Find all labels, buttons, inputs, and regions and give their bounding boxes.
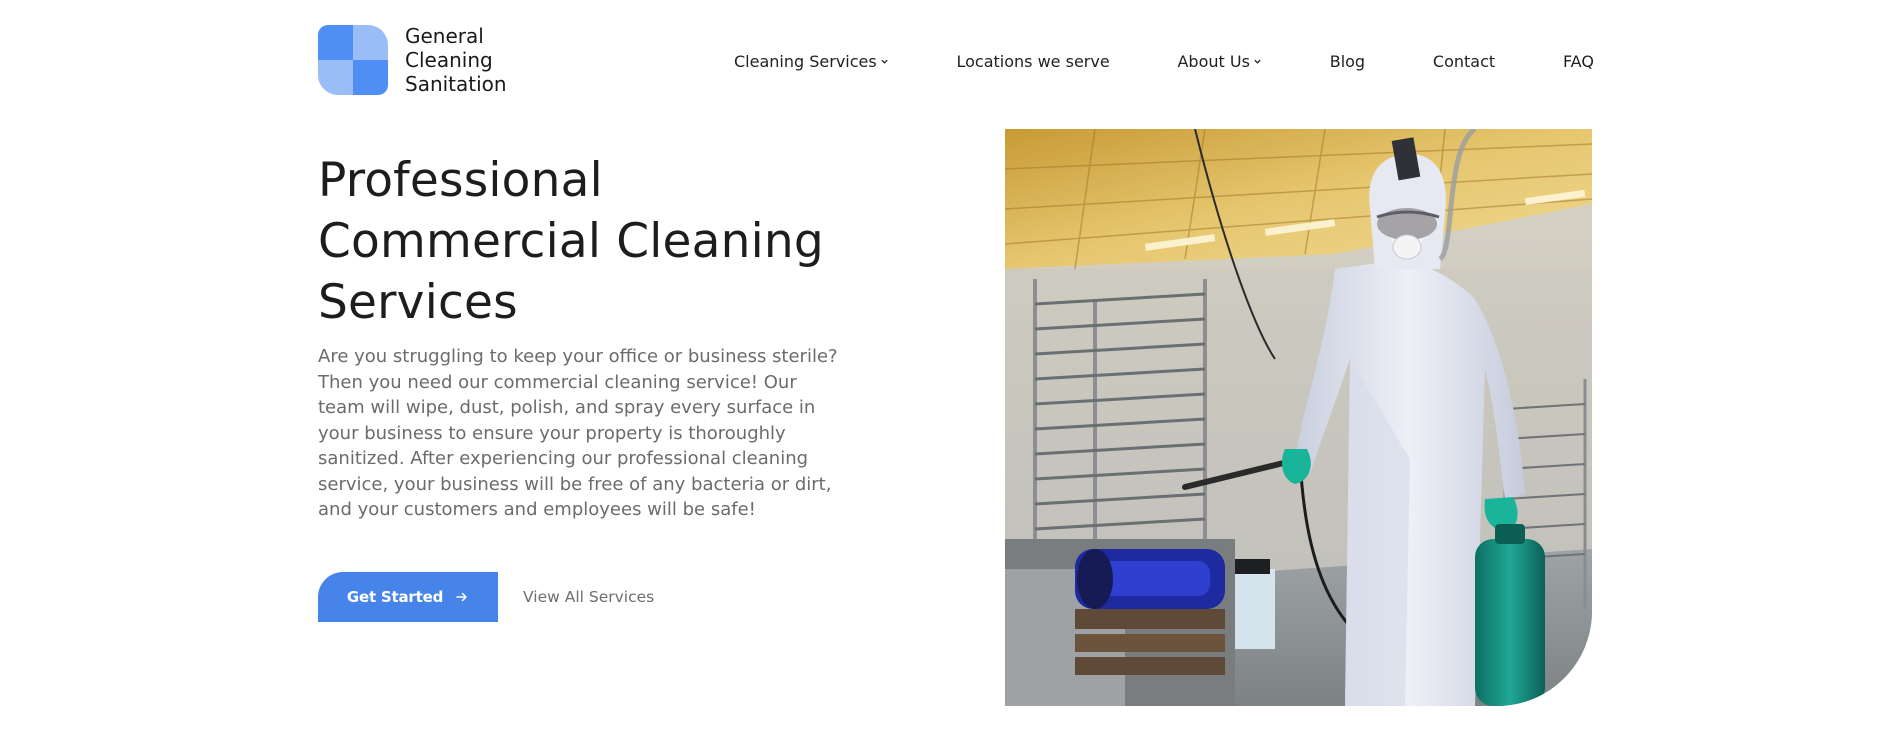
nav-item-label: Blog — [1329, 51, 1366, 71]
sanitation-worker-photo — [1005, 129, 1592, 706]
hero-image — [1005, 129, 1592, 706]
hero-title: Professional Commercial Cleaning Service… — [318, 150, 878, 333]
nav-item-locations[interactable]: Locations we serve — [957, 52, 1110, 71]
nav-item-about-us[interactable]: About Us — [1177, 52, 1261, 71]
hero-title-line: Commercial Cleaning — [318, 214, 824, 269]
gcs-logo-mark-icon — [318, 25, 388, 95]
nav-item-blog[interactable]: Blog — [1330, 52, 1365, 71]
brand-name: General Cleaning Sanitation — [405, 24, 507, 96]
arrow-right-icon — [456, 592, 467, 602]
nav-item-label: About Us — [1177, 51, 1250, 71]
nav-item-label: Contact — [1432, 51, 1496, 71]
hero-title-line: Services — [318, 275, 518, 330]
chevron-down-icon — [881, 59, 888, 64]
hero-actions: Get Started View All Services — [318, 572, 654, 622]
brand-name-line: Sanitation — [405, 72, 507, 96]
get-started-button[interactable]: Get Started — [318, 572, 498, 622]
nav-item-faq[interactable]: FAQ — [1563, 52, 1594, 71]
nav-item-label: Cleaning Services — [734, 51, 877, 71]
hero-title-line: Professional — [318, 153, 603, 208]
brand-name-line: General — [405, 24, 484, 48]
nav-item-contact[interactable]: Contact — [1433, 52, 1495, 71]
brand-name-line: Cleaning — [405, 48, 493, 72]
get-started-label: Get Started — [346, 588, 444, 606]
nav-item-cleaning-services[interactable]: Cleaning Services — [734, 52, 889, 71]
nav-item-label: FAQ — [1562, 51, 1594, 71]
site-header: General Cleaning Sanitation Cleaning Ser… — [0, 0, 1903, 120]
nav-item-label: Locations we serve — [956, 51, 1110, 71]
chevron-down-icon — [1254, 59, 1261, 64]
view-all-services-link[interactable]: View All Services — [523, 588, 654, 606]
main-nav: Cleaning Services Locations we serve Abo… — [734, 50, 1594, 72]
site-logo[interactable]: General Cleaning Sanitation — [318, 24, 507, 96]
hero-description: Are you struggling to keep your office o… — [318, 346, 838, 520]
